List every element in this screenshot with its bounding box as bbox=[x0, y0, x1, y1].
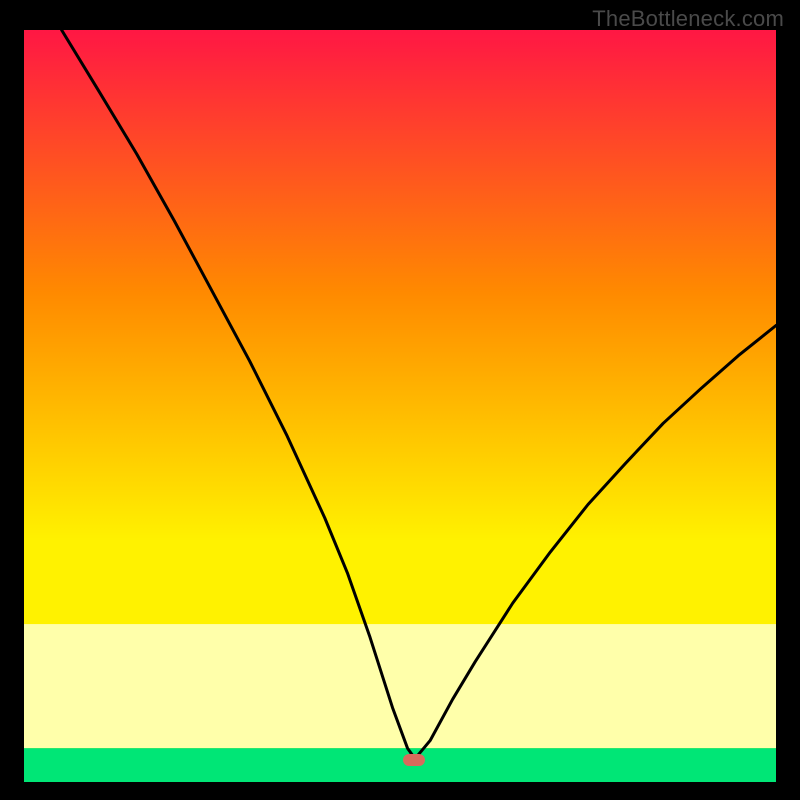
chart-svg bbox=[24, 30, 776, 782]
green-band bbox=[24, 748, 776, 782]
watermark-text: TheBottleneck.com bbox=[592, 6, 784, 32]
chart-area bbox=[24, 30, 776, 782]
optimal-point-marker bbox=[403, 754, 425, 766]
